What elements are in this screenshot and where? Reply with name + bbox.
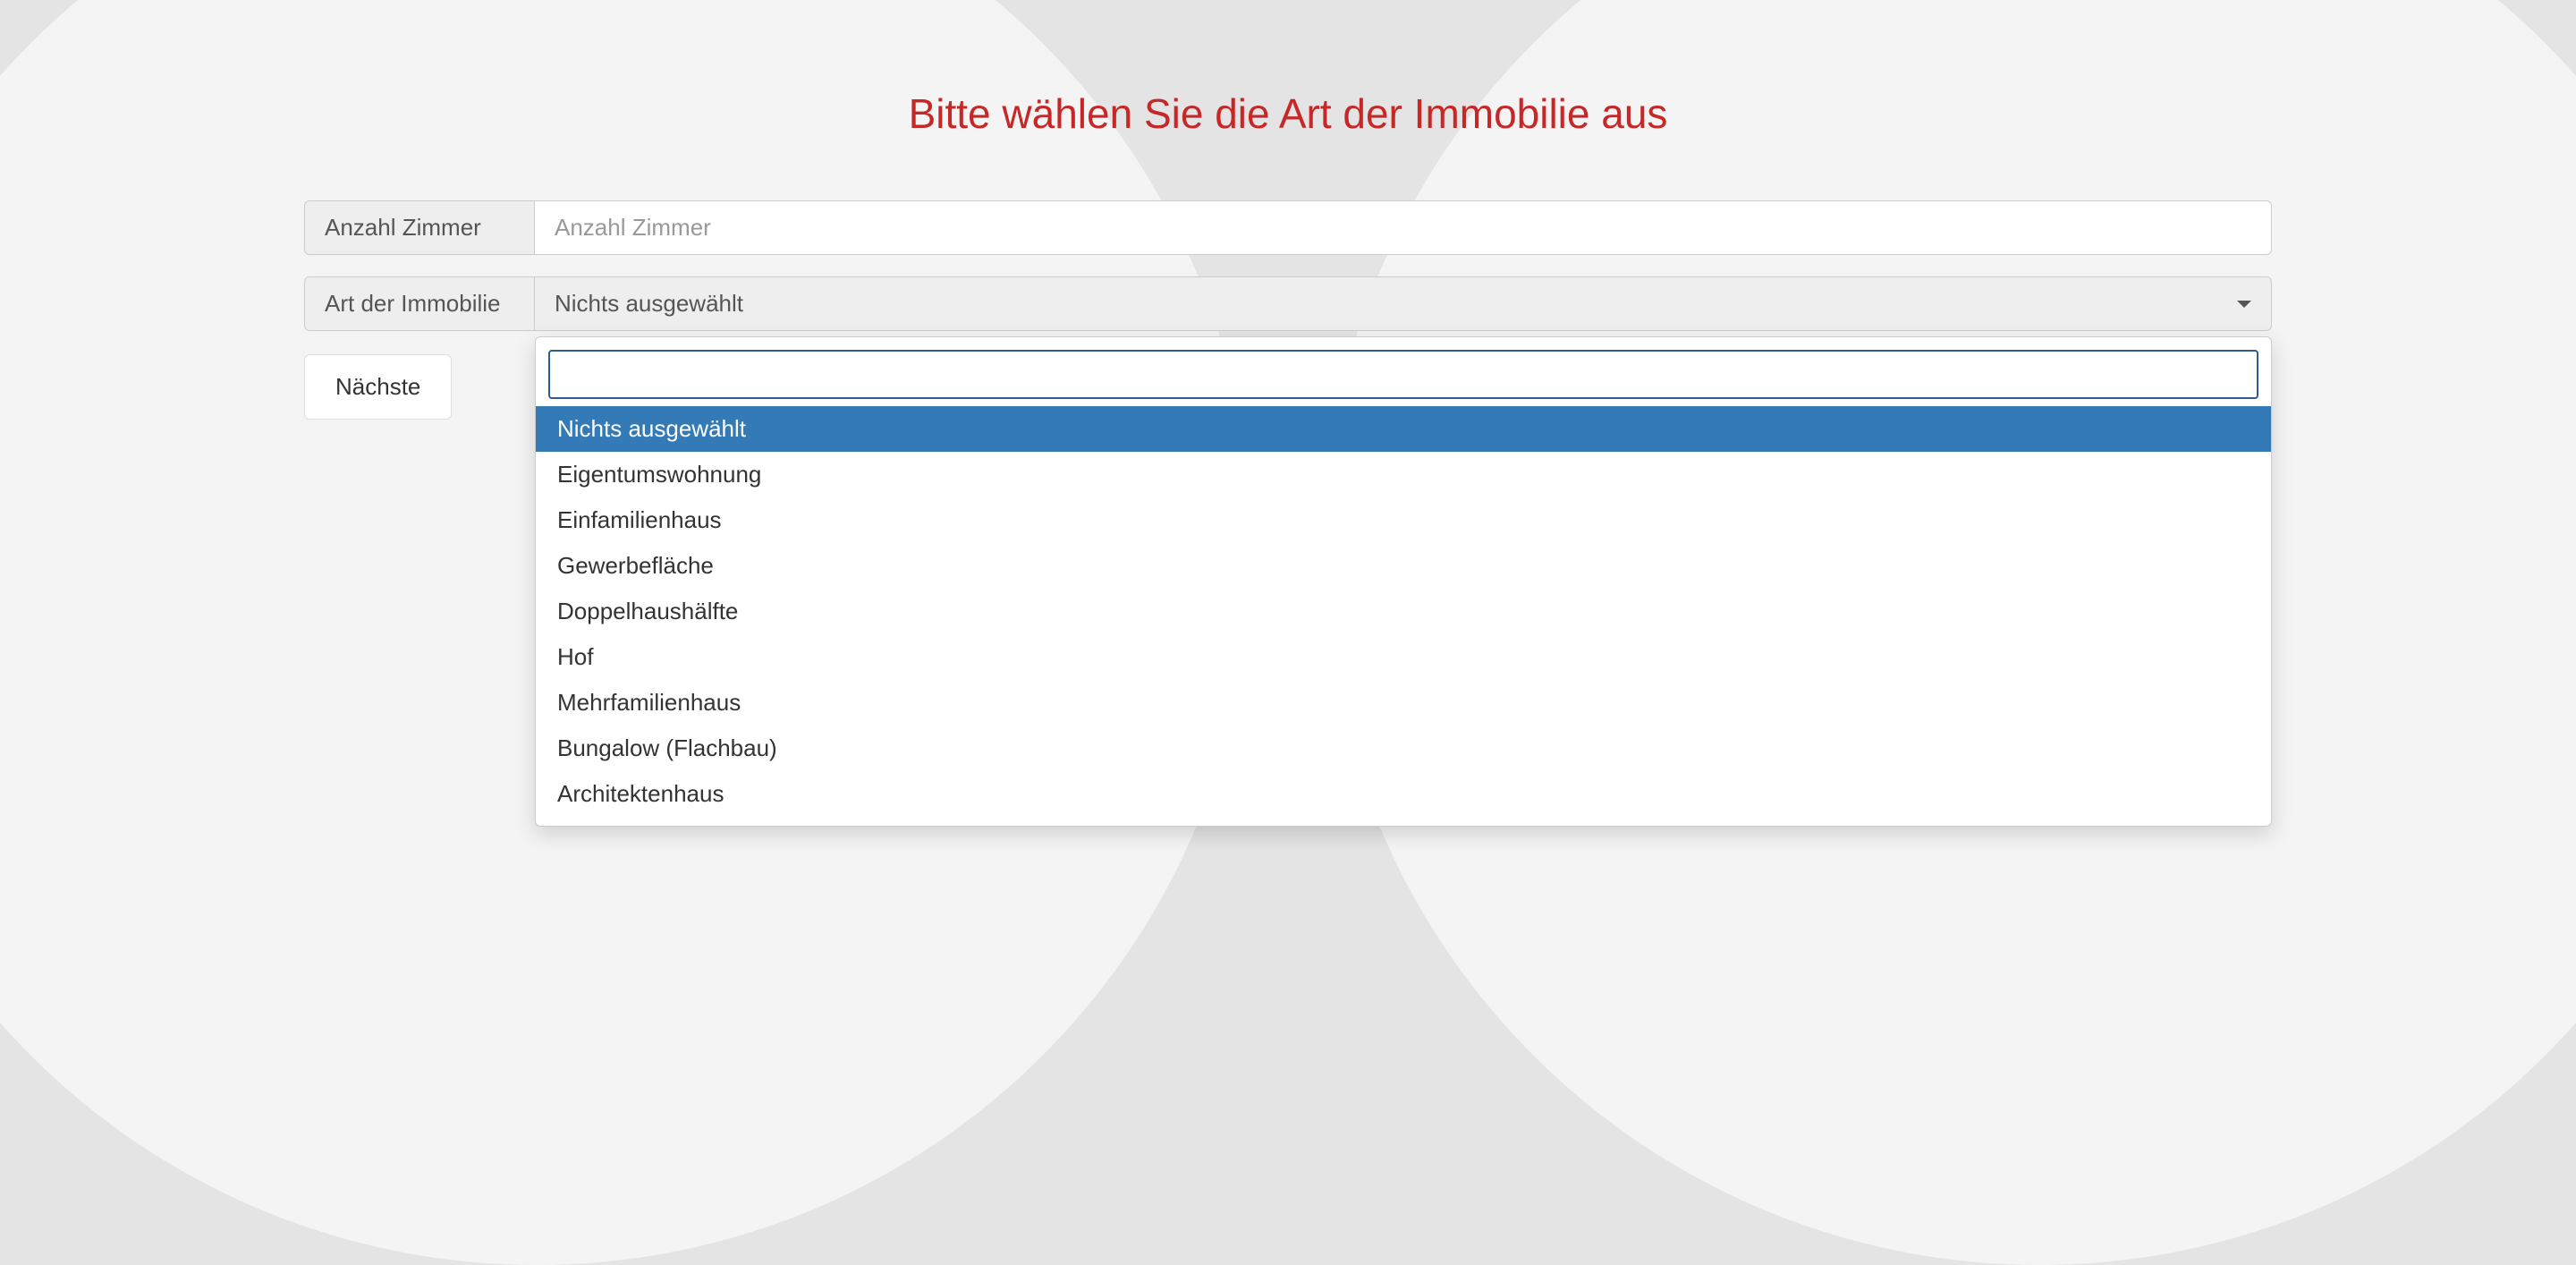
- dropdown-option[interactable]: Hof: [536, 634, 2271, 680]
- dropdown-option[interactable]: Mehrfamilienhaus: [536, 680, 2271, 726]
- dropdown-option[interactable]: Bungalow (Flachbau): [536, 726, 2271, 771]
- dropdown-option[interactable]: Einfamilienhaus: [536, 497, 2271, 543]
- select-property-type[interactable]: Nichts ausgewählt: [535, 276, 2272, 331]
- dropdown-search-input[interactable]: [548, 350, 2258, 399]
- dropdown-option[interactable]: Gewerbefläche: [536, 543, 2271, 589]
- dropdown-option[interactable]: Eigentumswohnung: [536, 452, 2271, 497]
- dropdown-panel: Nichts ausgewählt Eigentumswohnung Einfa…: [535, 336, 2272, 827]
- input-rooms[interactable]: [535, 200, 2272, 255]
- select-property-type-value: Nichts ausgewählt: [555, 290, 743, 318]
- label-property-type: Art der Immobilie: [304, 276, 535, 331]
- form-container: Bitte wählen Sie die Art der Immobilie a…: [268, 0, 2308, 420]
- page-title: Bitte wählen Sie die Art der Immobilie a…: [304, 89, 2272, 138]
- label-rooms: Anzahl Zimmer: [304, 200, 535, 255]
- dropdown-option[interactable]: Doppelhaushälfte: [536, 589, 2271, 634]
- dropdown-option[interactable]: Architektenhaus: [536, 771, 2271, 817]
- property-type-dropdown-wrapper: Nichts ausgewählt Nichts ausgewählt Eige…: [535, 276, 2272, 331]
- next-button[interactable]: Nächste: [304, 354, 452, 420]
- dropdown-list: Nichts ausgewählt Eigentumswohnung Einfa…: [548, 406, 2258, 817]
- caret-down-icon: [2237, 301, 2251, 308]
- row-rooms: Anzahl Zimmer: [304, 200, 2272, 255]
- row-property-type: Art der Immobilie Nichts ausgewählt Nich…: [304, 276, 2272, 331]
- dropdown-option[interactable]: Nichts ausgewählt: [536, 406, 2271, 452]
